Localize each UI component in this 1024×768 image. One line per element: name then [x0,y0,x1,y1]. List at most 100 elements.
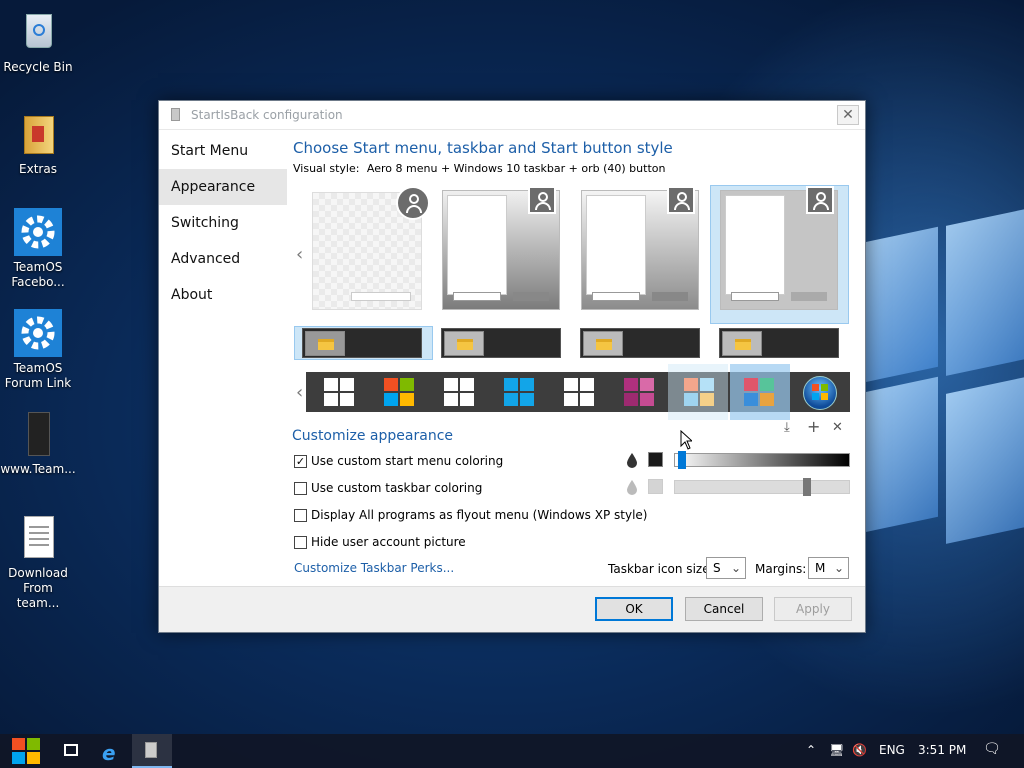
hide-user-picture-row[interactable]: Hide user account picture [294,535,466,549]
taskbar-style-option-1[interactable] [302,328,422,358]
internet-explorer-button[interactable]: e [92,734,132,768]
taskbar-icon-size-label: Taskbar icon size: [608,562,714,576]
search-box-preview [731,292,779,301]
folder-icon [318,339,334,350]
language-indicator[interactable]: ENG [879,743,905,757]
sidebar-item-start-menu[interactable]: Start Menu [159,133,287,169]
sidebar-item-about[interactable]: About [159,277,287,313]
taskbar-color-swatch[interactable] [648,479,663,494]
menu-style-option-2[interactable] [442,186,560,310]
start-button[interactable] [6,734,46,768]
desktop-icon-recycle-bin[interactable]: Recycle Bin [0,8,76,75]
folder-icon [457,339,473,350]
shutdown-preview [652,292,688,301]
app-icon [171,108,180,121]
hide-user-picture-checkbox[interactable] [294,535,307,549]
orb-option-color-flag[interactable] [382,376,418,408]
custom-start-menu-coloring-checkbox[interactable]: ✓ [294,454,307,468]
clock[interactable]: 3:51 PM [918,743,966,757]
remove-orb-icon[interactable]: ✕ [832,420,843,435]
window-title: StartIsBack configuration [191,108,343,122]
menu-style-option-4-selected[interactable] [720,186,838,310]
taskbar-button-preview [305,331,345,356]
checkbox-label: Display All programs as flyout menu (Win… [311,508,648,522]
cancel-button[interactable]: Cancel [685,597,763,621]
desktop-icon-teamos-facebook[interactable]: TeamOS Facebo... [0,208,76,290]
orb-option-white-flag-2[interactable] [442,376,478,408]
customize-taskbar-perks-link[interactable]: Customize Taskbar Perks... [294,561,454,575]
desktop-icon-extras[interactable]: Extras [0,110,76,177]
ok-button[interactable]: OK [595,597,673,621]
menu-style-option-1[interactable] [312,186,430,310]
titlebar[interactable]: StartIsBack configuration ✕ [159,101,865,130]
folder-icon [14,110,62,158]
orb-styles-prev-arrow[interactable]: ‹ [296,382,303,403]
close-button[interactable]: ✕ [837,105,859,125]
taskbar-icon-size-select[interactable]: S ⌄ [706,557,746,579]
desktop-icon-download[interactable]: Download From team... [0,514,76,611]
recycle-bin-icon [14,8,62,56]
network-icon[interactable]: 🖥 [829,743,844,757]
sidebar-item-advanced[interactable]: Advanced [159,241,287,277]
orb-option-magenta-flag[interactable] [622,376,658,408]
taskbar-style-option-2[interactable] [441,328,561,358]
select-value: M [815,561,826,575]
user-avatar-icon [528,186,556,214]
windows-taskbar: e ⌃ 🖥 🔇 ENG 3:51 PM 🗨 [0,734,1024,768]
menu-color-swatch[interactable] [648,452,663,467]
download-orb-icon[interactable]: ⤓ [784,420,790,435]
task-view-button[interactable] [52,734,92,768]
sidebar: Start Menu Appearance Switching Advanced… [159,131,287,577]
orb-option-blue-flag[interactable] [502,376,538,408]
orb-option-pastel-flag[interactable] [682,376,718,408]
gear-icon [14,309,62,357]
orb-option-mosaic-flag[interactable] [742,376,778,408]
show-hidden-icons-chevron[interactable]: ⌃ [806,743,816,757]
opacity-drop-icon-disabled [626,479,638,495]
orb-option-white-flag[interactable] [322,376,358,408]
taskbar-style-option-3[interactable] [580,328,700,358]
sidebar-item-switching[interactable]: Switching [159,205,287,241]
slider-thumb[interactable] [803,478,811,496]
apply-button[interactable]: Apply [774,597,852,621]
menu-preview-column [447,195,507,295]
orb-option-white-flag-3[interactable] [562,376,598,408]
custom-start-menu-coloring-row[interactable]: ✓ Use custom start menu coloring [294,454,503,468]
taskbar-button-preview [722,331,762,356]
orb-option-win7-orb[interactable] [802,376,838,410]
appearance-panel: Choose Start menu, taskbar and Start but… [293,131,859,175]
custom-taskbar-coloring-checkbox[interactable] [294,481,307,495]
menu-preview-column [725,195,785,295]
flyout-menu-row[interactable]: Display All programs as flyout menu (Win… [294,508,647,522]
sidebar-item-appearance[interactable]: Appearance [159,169,287,205]
desktop-icon-label: Download From team... [8,566,68,610]
search-box-preview [351,292,411,301]
visual-style-value: Aero 8 menu + Windows 10 taskbar + orb (… [366,162,666,175]
taskbar-style-option-4[interactable] [719,328,839,358]
desktop-icon-www-team[interactable]: www.Team... [0,410,76,477]
desktop-icon-teamos-forum[interactable]: TeamOS Forum Link [0,309,76,391]
slider-thumb[interactable] [678,451,686,469]
taskbar-color-slider[interactable] [674,478,850,496]
style-heading: Choose Start menu, taskbar and Start but… [293,139,673,157]
search-box-preview [592,292,640,301]
taskbar-button-preview [583,331,623,356]
user-avatar-icon [806,186,834,214]
checkbox-label: Use custom taskbar coloring [311,481,483,495]
menu-color-slider[interactable] [674,451,850,469]
margins-select[interactable]: M ⌄ [808,557,849,579]
taskbar-button-preview [444,331,484,356]
desktop-icon-label: www.Team... [0,462,76,476]
visual-style-line: Visual style: Aero 8 menu + Windows 10 t… [293,162,859,175]
desktop-icon-label: Recycle Bin [3,60,73,74]
menu-style-option-3[interactable] [581,186,699,310]
startisback-taskbar-button[interactable] [132,734,172,768]
flyout-menu-checkbox[interactable] [294,508,307,522]
customize-heading: Customize appearance [292,428,453,444]
action-center-icon[interactable]: 🗨 [983,741,1001,757]
select-value: S [713,561,721,575]
add-orb-icon[interactable]: + [807,417,820,436]
volume-muted-icon[interactable]: 🔇 [852,743,867,757]
menu-styles-prev-arrow[interactable]: ‹ [296,244,303,265]
custom-taskbar-coloring-row[interactable]: Use custom taskbar coloring [294,481,482,495]
